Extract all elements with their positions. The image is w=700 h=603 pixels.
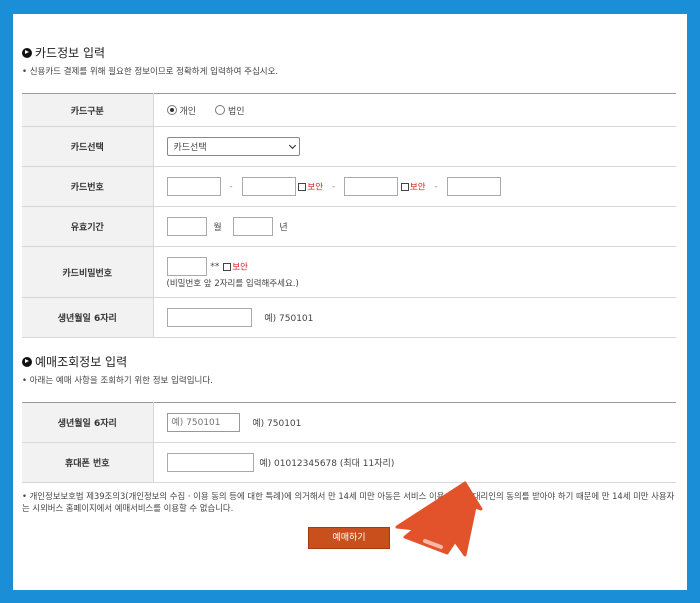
- card-select-dropdown[interactable]: 카드선택: [166, 137, 300, 156]
- card-select-row: 카드선택 카드선택: [22, 126, 676, 167]
- card-section-title: 카드정보 입력: [22, 44, 105, 61]
- card-password-input[interactable]: [166, 257, 207, 276]
- booking-section-desc: • 아래는 예매 사항을 조회하기 위한 정보 입력입니다.: [22, 376, 213, 386]
- bullet-arrow-icon: [22, 47, 32, 58]
- booking-phone-label: 휴대폰 번호: [22, 442, 154, 483]
- card-number-row: 카드번호 - 보안 - 보안 -: [22, 166, 676, 207]
- secure-checkbox-1[interactable]: [298, 182, 307, 191]
- phone-input[interactable]: [166, 453, 254, 472]
- radio-personal[interactable]: 개인: [166, 105, 199, 117]
- expiry-year-input[interactable]: [232, 217, 273, 236]
- secure-checkbox-3[interactable]: [223, 262, 232, 271]
- booking-phone-row: 휴대폰 번호 예) 01012345678 (최대 11자리): [22, 442, 676, 483]
- booking-info-table: 생년월일 6자리 예) 750101 휴대폰 번호 예) 01012345678…: [22, 402, 676, 483]
- radio-corporate[interactable]: 법인: [214, 105, 245, 117]
- reservation-panel: 카드정보 입력 • 신용카드 결제를 위해 필요한 정보이므로 정확하게 입력하…: [13, 14, 687, 590]
- card-number-input-1[interactable]: [166, 177, 221, 196]
- card-info-table: 카드구분 개인 법인 카드선택 카드선택 카드번호 - 보안 - 보안 - 유효…: [22, 93, 676, 338]
- booking-birth-label: 생년월일 6자리: [22, 402, 154, 443]
- card-password-label: 카드비밀번호: [22, 246, 154, 298]
- card-type-label: 카드구분: [22, 93, 154, 127]
- age-notice: • 개인정보보호법 제39조의3(개인정보의 수집 · 이용 동의 등에 대한 …: [22, 491, 675, 513]
- radio-personal-circle[interactable]: [166, 105, 177, 115]
- card-number-input-4[interactable]: [446, 177, 501, 196]
- pointer-arrow-icon: [395, 481, 483, 557]
- secure-checkbox-2[interactable]: [400, 182, 409, 191]
- card-password-row: 카드비밀번호 ** 보안 (비밀번호 앞 2자리를 입력해주세요.): [22, 246, 676, 298]
- booking-birth-row: 생년월일 6자리 예) 750101: [22, 402, 676, 443]
- card-number-input-2[interactable]: [241, 177, 296, 196]
- expiry-row: 유효기간 월 년: [22, 206, 676, 247]
- card-birth-input[interactable]: [166, 308, 252, 327]
- radio-corporate-circle[interactable]: [214, 105, 225, 115]
- card-birth-label: 생년월일 6자리: [22, 297, 154, 338]
- card-number-label: 카드번호: [22, 166, 154, 207]
- password-hint: (비밀번호 앞 2자리를 입력해주세요.): [166, 279, 299, 289]
- expiry-month-input[interactable]: [166, 217, 207, 236]
- bullet-arrow-icon: [22, 356, 32, 367]
- card-section-desc: • 신용카드 결제를 위해 필요한 정보이므로 정확하게 입력하여 주십시오.: [22, 67, 279, 77]
- card-select-label: 카드선택: [22, 126, 154, 167]
- card-birth-row: 생년월일 6자리 예) 750101: [22, 297, 676, 338]
- booking-birth-input[interactable]: [166, 413, 240, 432]
- booking-section-title: 예매조회정보 입력: [22, 353, 127, 370]
- reserve-button[interactable]: 예매하기: [308, 527, 390, 549]
- expiry-label: 유효기간: [22, 206, 154, 247]
- card-number-input-3[interactable]: [344, 177, 399, 196]
- chevron-down-icon: [288, 141, 296, 149]
- card-type-row: 카드구분 개인 법인: [22, 93, 676, 127]
